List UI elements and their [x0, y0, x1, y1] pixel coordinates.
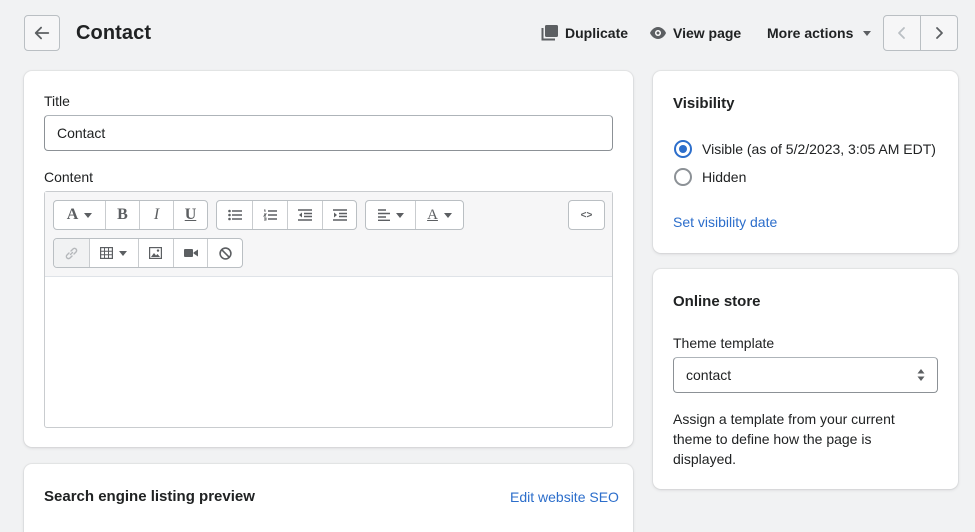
clear-formatting-icon: [218, 246, 232, 260]
indent-button[interactable]: [322, 201, 356, 229]
caret-down-icon: [395, 212, 404, 218]
bold-button[interactable]: B: [105, 201, 139, 229]
caret-down-icon: [443, 212, 452, 218]
outdent-icon: [298, 209, 312, 221]
more-actions-button[interactable]: More actions: [767, 22, 872, 44]
indent-icon: [332, 209, 347, 221]
editor-toolbar: A B I U A <>: [45, 192, 612, 277]
chevron-left-icon: [898, 27, 905, 39]
theme-template-select[interactable]: contact: [673, 357, 938, 393]
font-style-icon: A: [66, 206, 79, 223]
title-input[interactable]: Contact: [44, 115, 613, 151]
rich-text-editor: A B I U A <>: [44, 191, 613, 428]
numbered-list-button[interactable]: [252, 201, 287, 229]
set-visibility-date-link[interactable]: Set visibility date: [673, 214, 777, 230]
text-color-dropdown[interactable]: A: [415, 201, 463, 229]
title-label: Title: [44, 93, 70, 109]
caret-down-icon: [119, 250, 128, 256]
text-color-icon: A: [427, 206, 438, 223]
hidden-radio[interactable]: [674, 168, 692, 186]
next-page-button[interactable]: [920, 16, 957, 50]
theme-template-value: contact: [686, 367, 732, 383]
clear-formatting-button[interactable]: [207, 239, 242, 267]
insert-video-button[interactable]: [172, 239, 208, 267]
visible-radio-option[interactable]: Visible (as of 5/2/2023, 3:05 AM EDT): [674, 140, 936, 158]
visible-radio[interactable]: [674, 140, 692, 158]
pagination: [883, 15, 958, 51]
italic-icon: I: [153, 206, 160, 223]
insert-link-button[interactable]: [54, 239, 89, 267]
link-icon: [65, 247, 78, 259]
more-actions-label: More actions: [767, 25, 854, 41]
page-title: Contact: [76, 22, 152, 44]
content-label: Content: [44, 169, 94, 185]
underline-icon: U: [184, 206, 197, 223]
align-dropdown[interactable]: [366, 201, 415, 229]
bullet-list-icon: [227, 209, 242, 221]
video-icon: [183, 249, 198, 257]
duplicate-icon: [541, 25, 558, 41]
code-icon: <>: [580, 209, 593, 221]
eye-icon: [650, 27, 666, 39]
image-icon: [149, 247, 163, 259]
insert-table-dropdown[interactable]: [88, 239, 138, 267]
editor-content-area[interactable]: [45, 278, 612, 427]
seo-card-title: Search engine listing preview: [44, 488, 255, 505]
view-page-button[interactable]: View page: [650, 22, 741, 44]
visibility-title: Visibility: [673, 95, 735, 112]
chevron-right-icon: [936, 27, 943, 39]
text-format-group: A B I U: [53, 200, 208, 230]
duplicate-button[interactable]: Duplicate: [541, 22, 628, 44]
underline-button[interactable]: U: [173, 201, 207, 229]
back-button[interactable]: [24, 15, 60, 51]
previous-page-button[interactable]: [884, 16, 920, 50]
italic-button[interactable]: I: [139, 201, 173, 229]
theme-template-label: Theme template: [673, 335, 775, 351]
font-style-dropdown[interactable]: A: [54, 201, 105, 229]
view-page-label: View page: [673, 25, 742, 41]
numbered-list-icon: [263, 209, 277, 221]
insert-image-button[interactable]: [138, 239, 173, 267]
select-arrows-icon: [917, 369, 925, 381]
align-left-icon: [377, 209, 390, 221]
html-toggle-button[interactable]: <>: [569, 201, 604, 229]
insert-group: [53, 238, 243, 268]
online-store-title: Online store: [673, 293, 761, 310]
edit-website-seo-link[interactable]: Edit website SEO: [510, 489, 619, 505]
table-icon: [100, 247, 114, 259]
outdent-button[interactable]: [287, 201, 322, 229]
duplicate-label: Duplicate: [565, 25, 629, 41]
list-indent-group: [216, 200, 357, 230]
hidden-radio-label: Hidden: [702, 169, 747, 185]
caret-down-icon: [863, 30, 872, 36]
caret-down-icon: [84, 212, 93, 218]
theme-template-help-text: Assign a template from your current them…: [673, 411, 895, 467]
bullet-list-button[interactable]: [217, 201, 252, 229]
bold-icon: B: [117, 206, 128, 223]
visible-radio-label: Visible (as of 5/2/2023, 3:05 AM EDT): [702, 141, 936, 157]
back-arrow-icon: [34, 26, 50, 40]
html-toggle-group: <>: [568, 200, 605, 230]
align-color-group: A: [365, 200, 464, 230]
hidden-radio-option[interactable]: Hidden: [674, 168, 746, 186]
